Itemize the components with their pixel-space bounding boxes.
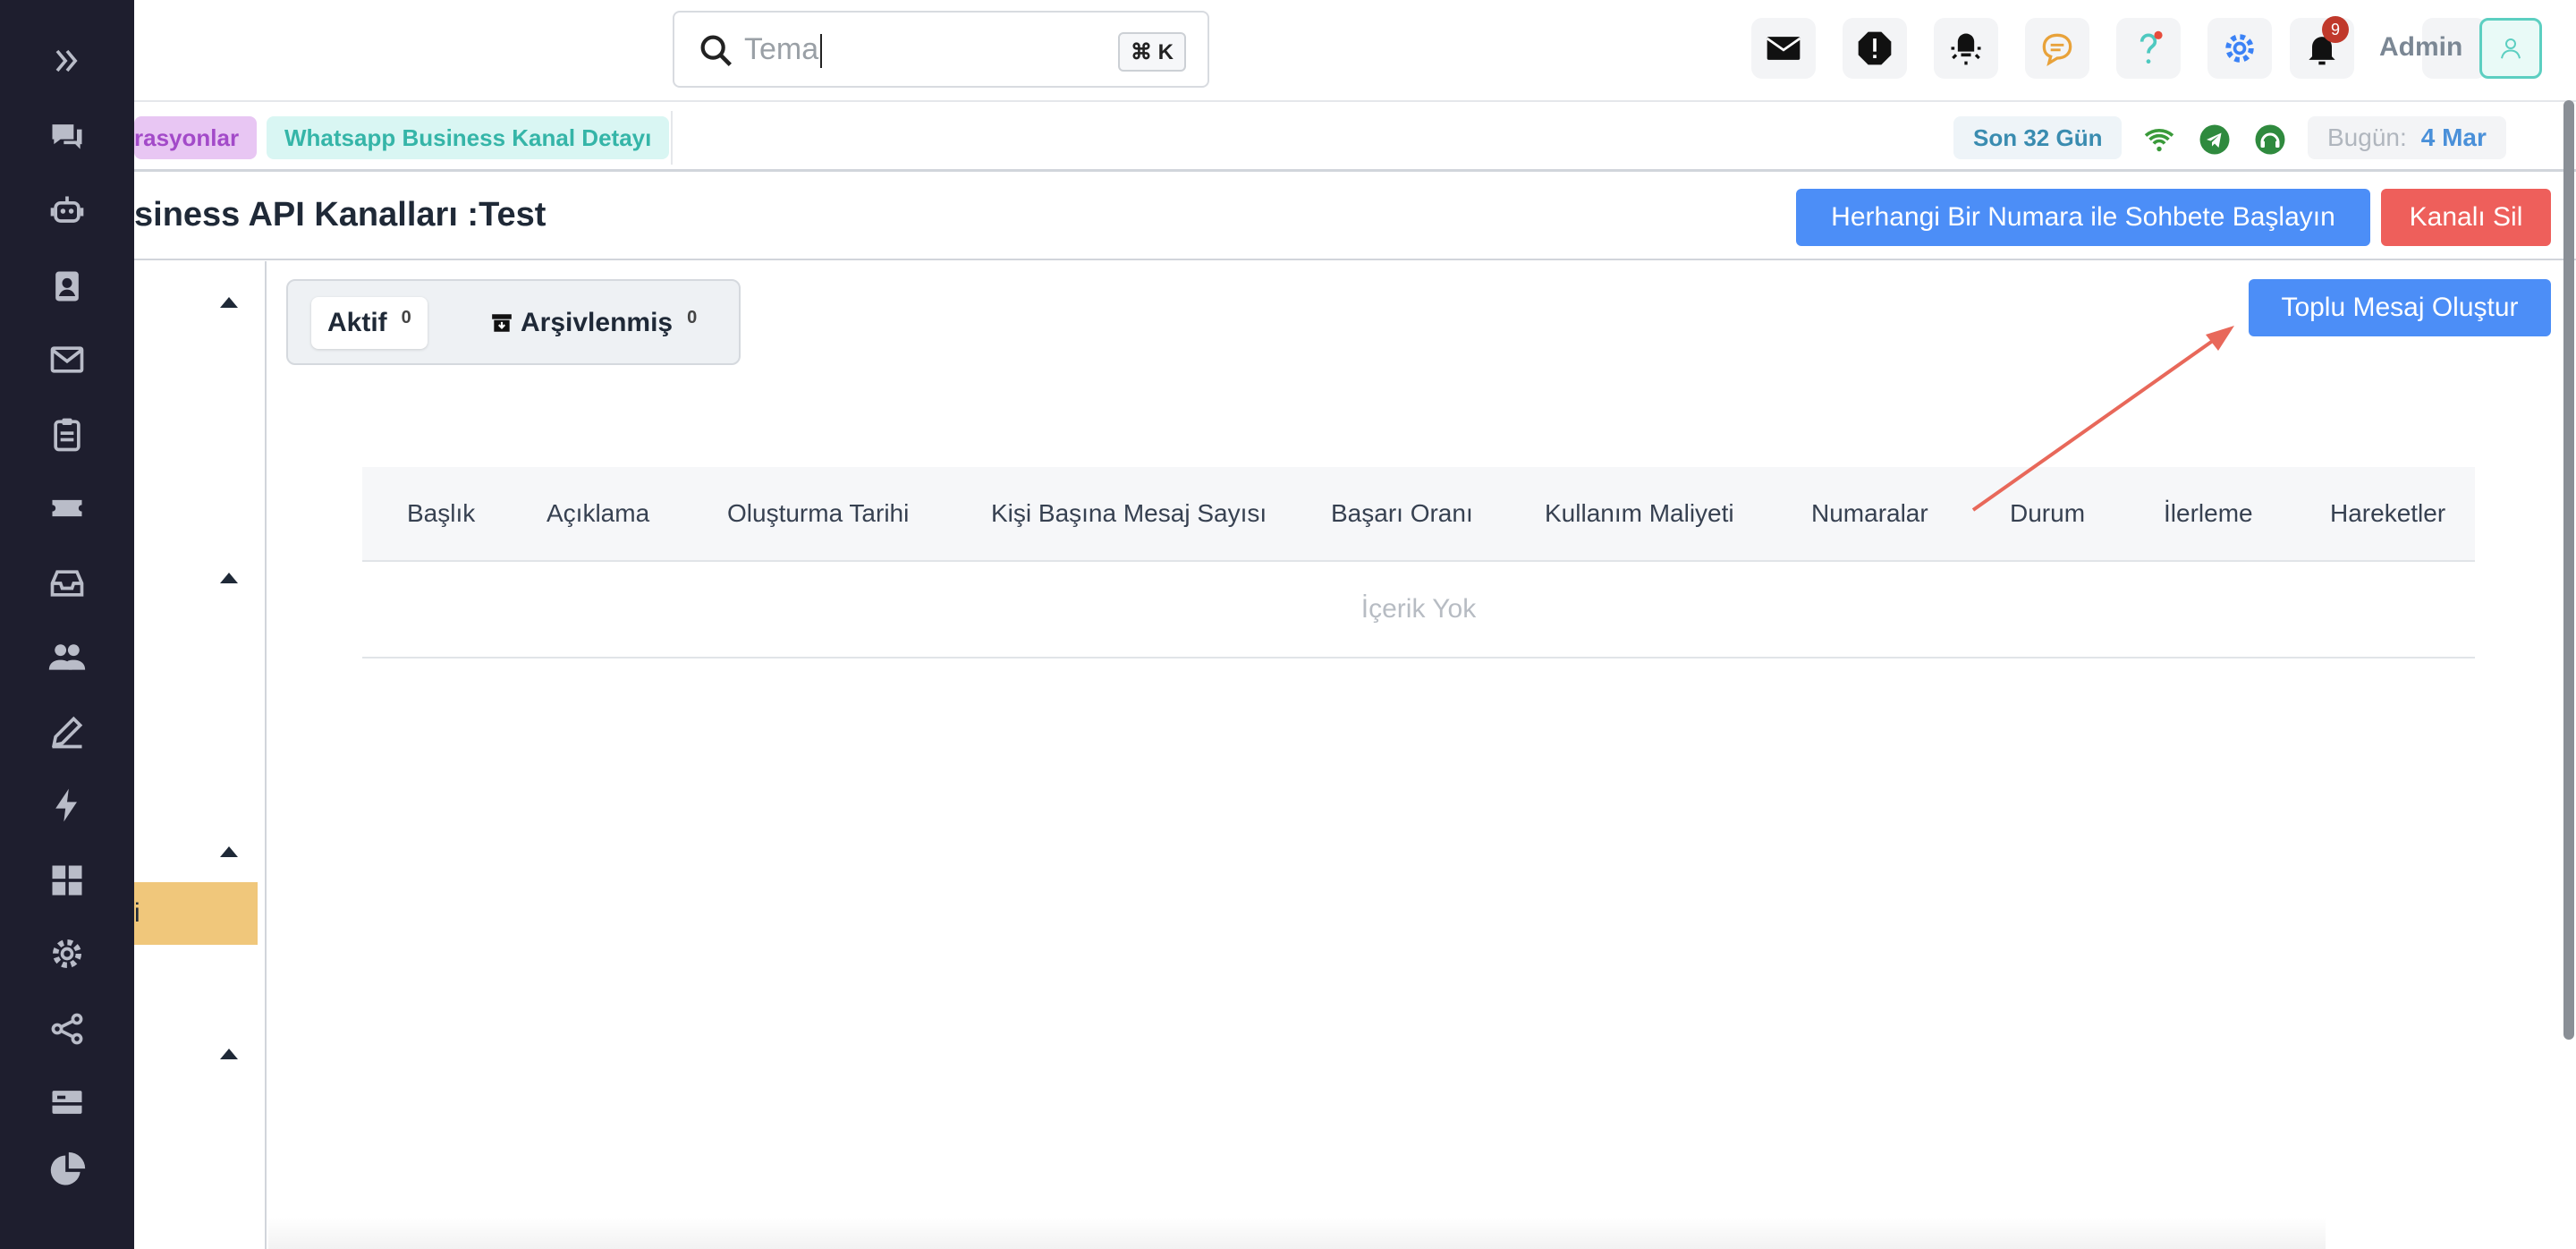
column-header[interactable]: Hareketler	[2330, 499, 2445, 528]
user-icon	[2501, 38, 2521, 59]
mail-button[interactable]	[1751, 18, 1816, 79]
tab-whatsapp-channel-detail[interactable]: Whatsapp Business Kanal Detayı	[267, 116, 670, 159]
caret-up-icon[interactable]	[220, 1049, 238, 1059]
column-header[interactable]: Başlık	[407, 499, 475, 528]
caret-up-icon[interactable]	[220, 297, 238, 308]
column-header[interactable]: Oluşturma Tarihi	[727, 499, 909, 528]
column-header[interactable]: Numaralar	[1811, 499, 1928, 528]
ticket-icon[interactable]	[42, 483, 92, 533]
feedback-button[interactable]	[2025, 18, 2089, 79]
notification-count-badge: 9	[2322, 16, 2349, 43]
notifications-button[interactable]: 9	[2290, 16, 2354, 79]
chat-bubble-icon	[2042, 33, 2072, 66]
user-name[interactable]: Admin	[2379, 32, 2462, 63]
alert-button[interactable]	[1843, 18, 1907, 79]
column-header[interactable]: Kullanım Maliyeti	[1545, 499, 1734, 528]
column-header[interactable]: Kişi Başına Mesaj Sayısı	[991, 499, 1267, 528]
lightning-icon[interactable]	[42, 780, 92, 830]
alert-octagon-icon	[1858, 31, 1892, 65]
column-header[interactable]: Başarı Oranı	[1331, 499, 1473, 528]
bottom-shadow	[268, 1217, 2326, 1249]
envelope-icon	[1766, 37, 1801, 60]
mail-icon[interactable]	[42, 335, 92, 385]
today-date: Bugün: 4 Mar	[2308, 116, 2506, 159]
search-icon	[700, 35, 732, 66]
empty-state-text: İçerik Yok	[362, 562, 2475, 658]
tab-archived[interactable]: Arşivlenmiş 0	[490, 297, 697, 349]
top-header: Tema ⌘ K 9 Admin	[134, 0, 2576, 98]
column-header[interactable]: Durum	[2010, 499, 2085, 528]
contacts-icon[interactable]	[42, 261, 92, 311]
settings-button[interactable]	[2207, 18, 2272, 79]
support-icon	[2250, 120, 2290, 159]
bulk-messages-table: Başlık Açıklama Oluşturma Tarihi Kişi Ba…	[362, 467, 2475, 658]
archive-icon	[492, 314, 512, 332]
caret-up-icon[interactable]	[220, 573, 238, 583]
bulk-message-button[interactable]: Toplu Mesaj Oluştur	[2249, 279, 2551, 336]
inbox-icon[interactable]	[42, 558, 92, 608]
avatar[interactable]	[2479, 18, 2542, 79]
left-panel-selected-item[interactable]: i	[134, 882, 258, 945]
card-icon[interactable]	[42, 1077, 92, 1127]
share-icon[interactable]	[42, 1004, 92, 1054]
settings-gear-icon[interactable]	[42, 929, 92, 979]
column-header[interactable]: İlerleme	[2164, 499, 2253, 528]
theme-button[interactable]	[1934, 18, 1998, 79]
dashboard-icon[interactable]	[42, 855, 92, 905]
chat-icon[interactable]	[42, 111, 92, 161]
lamp-icon	[1951, 33, 1981, 65]
title-row: siness API Kanalları :Test Herhangi Bir …	[134, 174, 2576, 260]
caret-up-icon[interactable]	[220, 846, 238, 857]
tab-bar: rasyonlar Whatsapp Business Kanal Detayı…	[134, 100, 2576, 172]
tab-active[interactable]: Aktif 0	[311, 297, 428, 349]
wifi-icon	[2140, 120, 2179, 159]
pie-chart-icon[interactable]	[42, 1145, 92, 1195]
gear-icon	[2225, 34, 2254, 63]
table-header: Başlık Açıklama Oluşturma Tarihi Kişi Ba…	[362, 467, 2475, 562]
telegram-icon	[2195, 120, 2234, 159]
help-button[interactable]	[2116, 18, 2181, 79]
page-title: siness API Kanalları :Test	[134, 196, 547, 234]
question-icon	[2140, 30, 2163, 64]
delete-channel-button[interactable]: Kanalı Sil	[2381, 189, 2551, 246]
active-count: 0	[401, 307, 411, 327]
clipboard-icon[interactable]	[42, 410, 92, 460]
status-segment: Aktif 0 Arşivlenmiş 0	[286, 279, 741, 365]
left-panel: i	[134, 261, 267, 1249]
period-badge[interactable]: Son 32 Gün	[1953, 116, 2123, 159]
column-header[interactable]: Açıklama	[547, 499, 649, 528]
users-icon[interactable]	[42, 632, 92, 682]
expand-sidebar-icon[interactable]	[42, 36, 92, 86]
edit-icon[interactable]	[42, 707, 92, 757]
archived-count: 0	[687, 307, 698, 327]
tab-integrations[interactable]: rasyonlar	[134, 116, 258, 159]
search-shortcut-badge: ⌘ K	[1118, 32, 1186, 72]
bot-icon[interactable]	[42, 186, 92, 236]
divider	[671, 111, 673, 165]
sidebar	[0, 0, 134, 1249]
start-chat-button[interactable]: Herhangi Bir Numara ile Sohbete Başlayın	[1796, 189, 2370, 246]
search-box[interactable]: Tema ⌘ K	[673, 11, 1209, 88]
scrollbar[interactable]	[2563, 100, 2574, 1040]
search-input[interactable]: Tema	[744, 32, 823, 69]
